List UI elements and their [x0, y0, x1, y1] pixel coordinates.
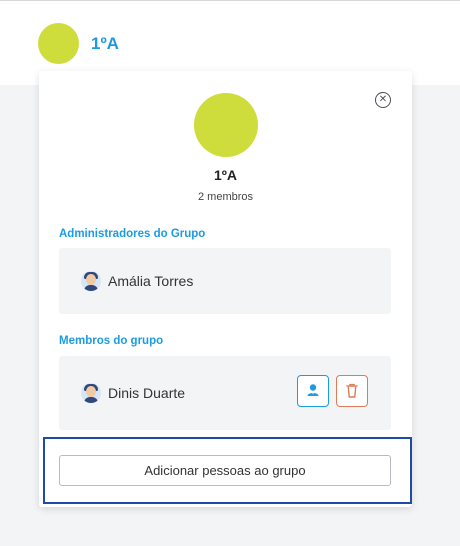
make-admin-button[interactable] — [297, 375, 329, 407]
user-avatar-icon — [81, 271, 101, 291]
close-icon[interactable]: ✕ — [375, 92, 391, 108]
user-avatar-icon — [81, 383, 101, 403]
member-list-item: Dinis Duarte — [59, 356, 391, 430]
admin-name: Amália Torres — [108, 273, 194, 289]
group-details-card: ✕ 1ºA 2 membros Administradores do Grupo… — [39, 71, 412, 507]
remove-member-button[interactable] — [336, 375, 368, 407]
add-people-button[interactable]: Adicionar pessoas ao grupo — [59, 455, 391, 486]
group-avatar-large — [194, 93, 258, 157]
member-name: Dinis Duarte — [108, 385, 186, 401]
admins-section-title: Administradores do Grupo — [59, 228, 206, 240]
trash-icon — [345, 383, 358, 398]
admin-list-item: Amália Torres — [59, 248, 391, 314]
group-name: 1ºA — [213, 167, 237, 183]
group-title: 1ºA — [91, 34, 119, 53]
user-admin-icon — [307, 383, 318, 396]
members-section-title: Membros do grupo — [59, 335, 164, 347]
group-avatar — [38, 23, 79, 64]
member-count: 2 membros — [197, 191, 254, 203]
